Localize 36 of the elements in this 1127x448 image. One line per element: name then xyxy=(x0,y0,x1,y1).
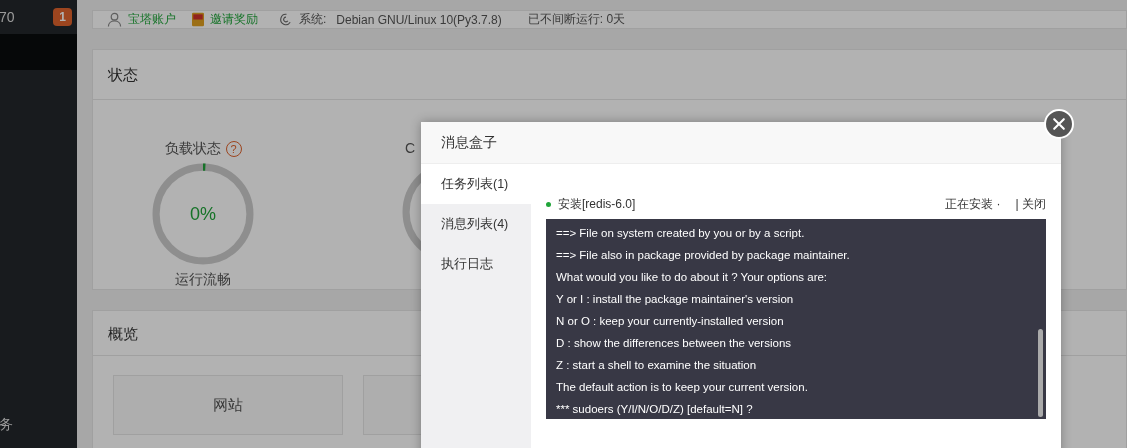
dialog-tab[interactable]: 执行日志 xyxy=(421,244,531,284)
gift-icon xyxy=(192,12,204,27)
user-icon xyxy=(107,12,122,27)
gauge-status: 运行流畅 xyxy=(175,271,231,289)
dialog-tab[interactable]: 消息列表(4) xyxy=(421,204,531,244)
log-line: Z : start a shell to examine the situation xyxy=(556,358,758,373)
log-line: ==> File on system created by you or by a script. xyxy=(556,226,806,241)
log-line: The default action is to keep your current version. xyxy=(556,380,809,395)
debian-logo-icon xyxy=(278,12,293,27)
notification-badge: 1 xyxy=(53,8,72,26)
log-line: N or O : keep your currently-installed version xyxy=(556,314,785,329)
sidebar-item[interactable]: 务 xyxy=(0,416,13,432)
log-line: D : show the differences between the versions xyxy=(556,336,793,351)
task-name: 安装[redis-6.0] xyxy=(558,195,636,213)
uptime-text: 已不间断运行: 0天 xyxy=(527,11,626,28)
gauge-title: 负载状态 xyxy=(164,140,221,158)
log-line: *** sudoers (Y/I/N/O/D/Z) [default=N] ? xyxy=(556,402,754,417)
gauge-value: 0% xyxy=(189,202,217,226)
sidebar-item[interactable]: 70 xyxy=(0,9,15,25)
sidebar-active-row[interactable] xyxy=(0,34,77,70)
overview-card[interactable]: 网站 xyxy=(113,375,343,435)
system-value: Debian GNU/Linux 10(Py3.7.8) xyxy=(336,12,502,27)
card-title: 网站 xyxy=(213,396,243,415)
gauge-title: C xyxy=(405,140,416,156)
system-label: 系统: xyxy=(299,11,327,28)
log-line: What would you like to do about it ? Your options are: xyxy=(556,270,829,285)
panel-title: 状态 xyxy=(93,50,1126,100)
log-line: ==> File also in package provided by package maintainer. xyxy=(556,248,851,263)
task-status: 正在安装 · xyxy=(945,195,1001,213)
dialog-tab[interactable]: 任务列表(1) xyxy=(421,164,531,204)
status-dot-icon xyxy=(546,201,551,207)
log-line: Y or I : install the package maintainer's version xyxy=(556,292,795,307)
close-link[interactable]: | 关闭 xyxy=(1015,195,1046,213)
close-icon xyxy=(1051,116,1067,132)
scrollbar[interactable] xyxy=(1038,329,1043,417)
dialog-title: 消息盒子 xyxy=(421,122,1061,164)
